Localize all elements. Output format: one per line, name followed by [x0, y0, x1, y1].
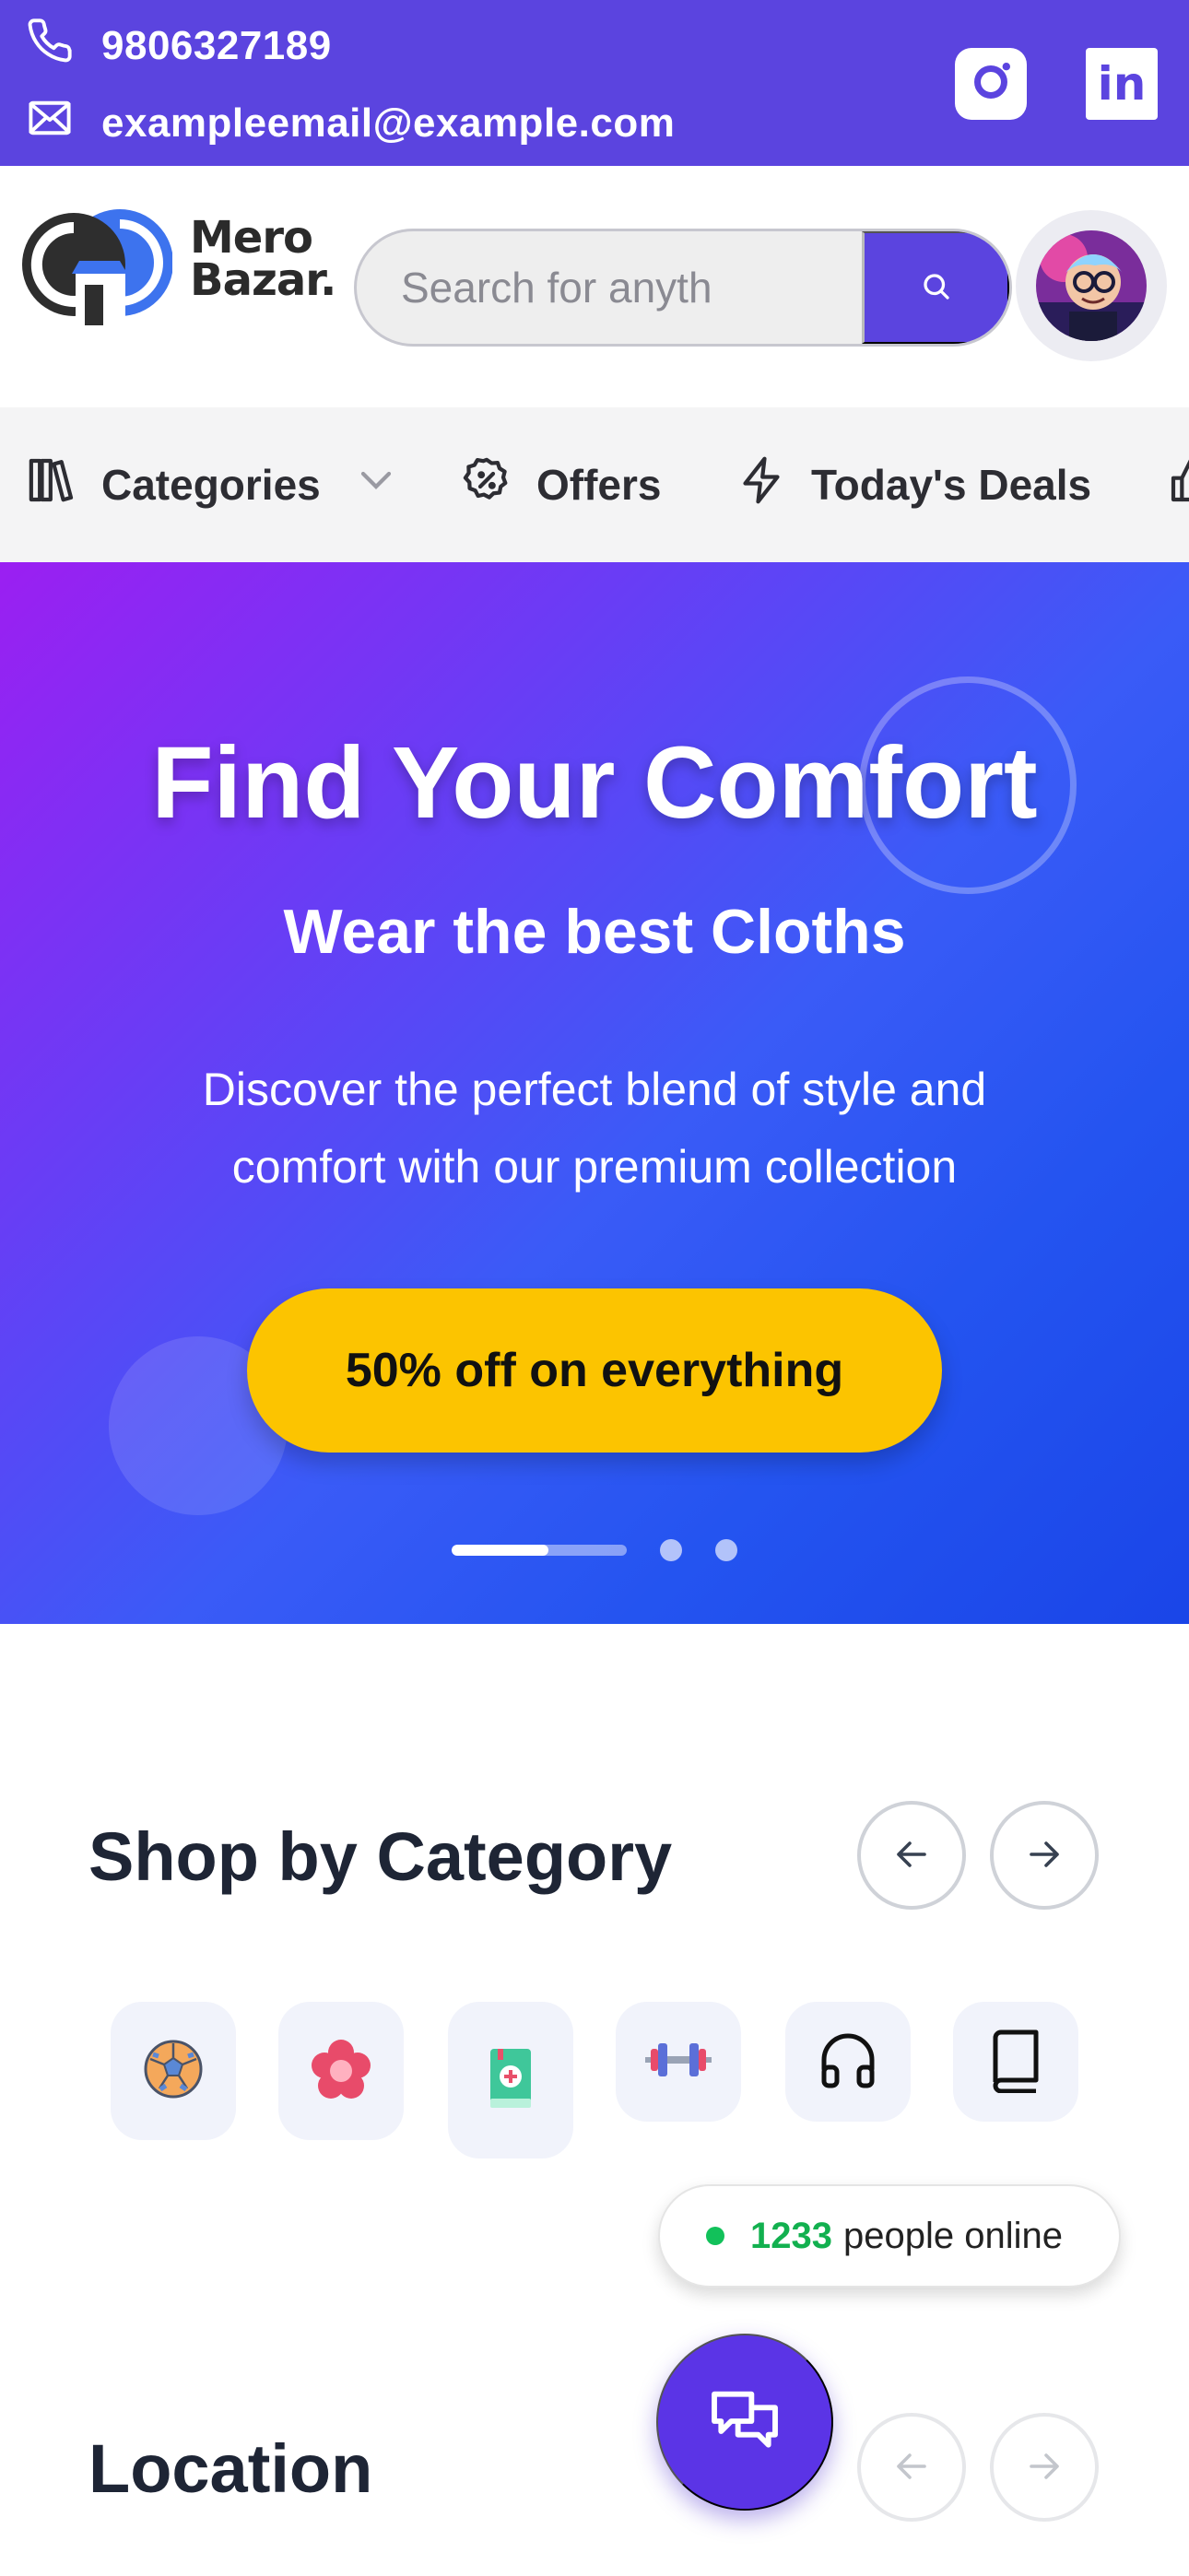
search-bar — [354, 229, 1012, 347]
nav-item-categories[interactable]: Categories — [26, 407, 402, 562]
location-title: Location — [88, 2430, 373, 2507]
logo-line-1: Mero — [190, 212, 313, 264]
shop-by-category-title: Shop by Category — [88, 1818, 673, 1895]
carousel-progress-fill — [452, 1545, 548, 1556]
online-status-dot — [706, 2227, 724, 2245]
search-input[interactable] — [357, 231, 862, 344]
nav-label-categories: Categories — [101, 461, 321, 509]
hero-subtitle: Wear the best Cloths — [283, 897, 906, 967]
linkedin-link[interactable]: in — [1086, 48, 1158, 120]
search-button[interactable] — [862, 231, 1009, 344]
top-contact-bar: 9806327189 exampleemail@example.com in — [0, 0, 1189, 166]
email-contact[interactable]: exampleemail@example.com — [26, 94, 675, 152]
nav-item-todays-deals[interactable]: Today's Deals — [736, 407, 1091, 562]
user-avatar-button[interactable] — [1016, 210, 1167, 361]
discount-badge-icon — [461, 454, 512, 516]
medical-book-icon — [477, 2045, 544, 2116]
headphones-icon — [815, 2027, 881, 2098]
logo-line-2: Bazar. — [190, 254, 336, 306]
thumbs-up-icon — [1167, 454, 1189, 516]
hero-banner: Find Your Comfort Wear the best Cloths D… — [0, 562, 1189, 1624]
nav-label-todays-deals: Today's Deals — [811, 461, 1092, 509]
logo-text[interactable]: Mero Bazar. — [190, 212, 336, 306]
email-address: exampleemail@example.com — [101, 100, 676, 146]
instagram-icon — [965, 56, 1017, 112]
flower-icon — [308, 2036, 374, 2107]
category-books[interactable] — [953, 2002, 1078, 2122]
category-next-button[interactable] — [990, 1801, 1099, 1910]
carousel-indicators — [452, 1539, 747, 1561]
lightning-icon — [736, 454, 787, 516]
nav-item-offers[interactable]: Offers — [461, 407, 661, 562]
nav-label-offers: Offers — [536, 461, 662, 509]
arrow-right-icon — [1022, 2444, 1066, 2491]
search-icon — [920, 270, 953, 306]
category-sports[interactable] — [111, 2002, 236, 2140]
nav-item-more[interactable] — [1167, 407, 1189, 562]
carousel-progress-bar[interactable] — [452, 1545, 627, 1556]
arrow-right-icon — [1022, 1832, 1066, 1879]
phone-number: 9806327189 — [101, 22, 332, 68]
instagram-link[interactable] — [955, 48, 1027, 120]
category-electronics[interactable] — [785, 2002, 911, 2122]
chevron-down-icon — [350, 454, 402, 516]
hero-title: Find Your Comfort — [151, 726, 1038, 840]
online-count: 1233 — [750, 2215, 832, 2256]
location-next-button[interactable] — [990, 2413, 1099, 2522]
online-label: people online — [842, 2215, 1063, 2256]
phone-contact[interactable]: 9806327189 — [26, 17, 332, 75]
linkedin-icon: in — [1097, 57, 1147, 111]
category-flowers[interactable] — [278, 2002, 404, 2140]
football-icon — [140, 2036, 206, 2107]
phone-icon — [26, 17, 74, 75]
hero-description: Discover the perfect blend of style and … — [202, 1064, 987, 1193]
library-icon — [26, 454, 77, 516]
category-health[interactable] — [448, 2002, 573, 2158]
logo-icon[interactable] — [20, 207, 173, 325]
avatar — [1036, 230, 1147, 341]
location-prev-button[interactable] — [857, 2413, 966, 2522]
carousel-dot-2[interactable] — [660, 1539, 682, 1561]
category-nav: Categories Offers Today's Deals — [0, 407, 1189, 562]
carousel-dot-3[interactable] — [715, 1539, 737, 1561]
arrow-left-icon — [889, 1832, 934, 1879]
site-header: Mero Bazar. — [0, 166, 1189, 407]
arrow-left-icon — [889, 2444, 934, 2491]
mail-icon — [26, 94, 74, 152]
dumbbell-icon — [645, 2027, 712, 2098]
book-icon — [983, 2027, 1049, 2098]
chat-button[interactable] — [656, 2334, 833, 2511]
category-prev-button[interactable] — [857, 1801, 966, 1910]
cta-button[interactable]: 50% off on everything — [247, 1288, 942, 1453]
category-fitness[interactable] — [616, 2002, 741, 2122]
online-users-badge: 1233 people online — [658, 2184, 1121, 2288]
chat-bubbles-icon — [704, 2381, 785, 2464]
